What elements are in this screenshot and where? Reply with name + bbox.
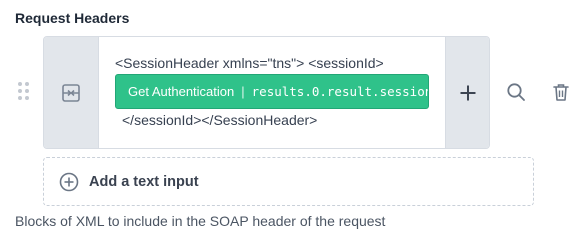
insert-variable-button[interactable] bbox=[445, 37, 489, 148]
drag-handle-icon[interactable] bbox=[18, 82, 32, 102]
field-type-panel[interactable] bbox=[44, 37, 99, 148]
variable-pill[interactable]: Get Authentication | results.0.result.se… bbox=[115, 74, 429, 109]
plus-icon bbox=[460, 85, 475, 100]
help-text: Blocks of XML to include in the SOAP hea… bbox=[15, 213, 386, 229]
pill-separator: | bbox=[241, 84, 245, 99]
xml-editor[interactable]: <SessionHeader xmlns="tns"> <sessionId> … bbox=[99, 37, 447, 148]
add-text-input-button[interactable]: Add a text input bbox=[43, 157, 534, 206]
trash-icon[interactable] bbox=[551, 82, 571, 102]
section-title: Request Headers bbox=[15, 10, 130, 26]
search-icon[interactable] bbox=[506, 82, 526, 102]
header-field: <SessionHeader xmlns="tns"> <sessionId> … bbox=[43, 36, 490, 149]
pill-step-name: Get Authentication bbox=[128, 84, 235, 99]
plus-circle-icon bbox=[59, 172, 79, 191]
xml-line-close: </sessionId></SessionHeader> bbox=[122, 112, 318, 128]
pill-path: results.0.result.sessionId bbox=[251, 84, 429, 99]
xml-line-open: <SessionHeader xmlns="tns"> <sessionId> bbox=[115, 55, 384, 71]
add-text-input-label: Add a text input bbox=[89, 173, 199, 190]
field-type-icon bbox=[62, 84, 80, 102]
